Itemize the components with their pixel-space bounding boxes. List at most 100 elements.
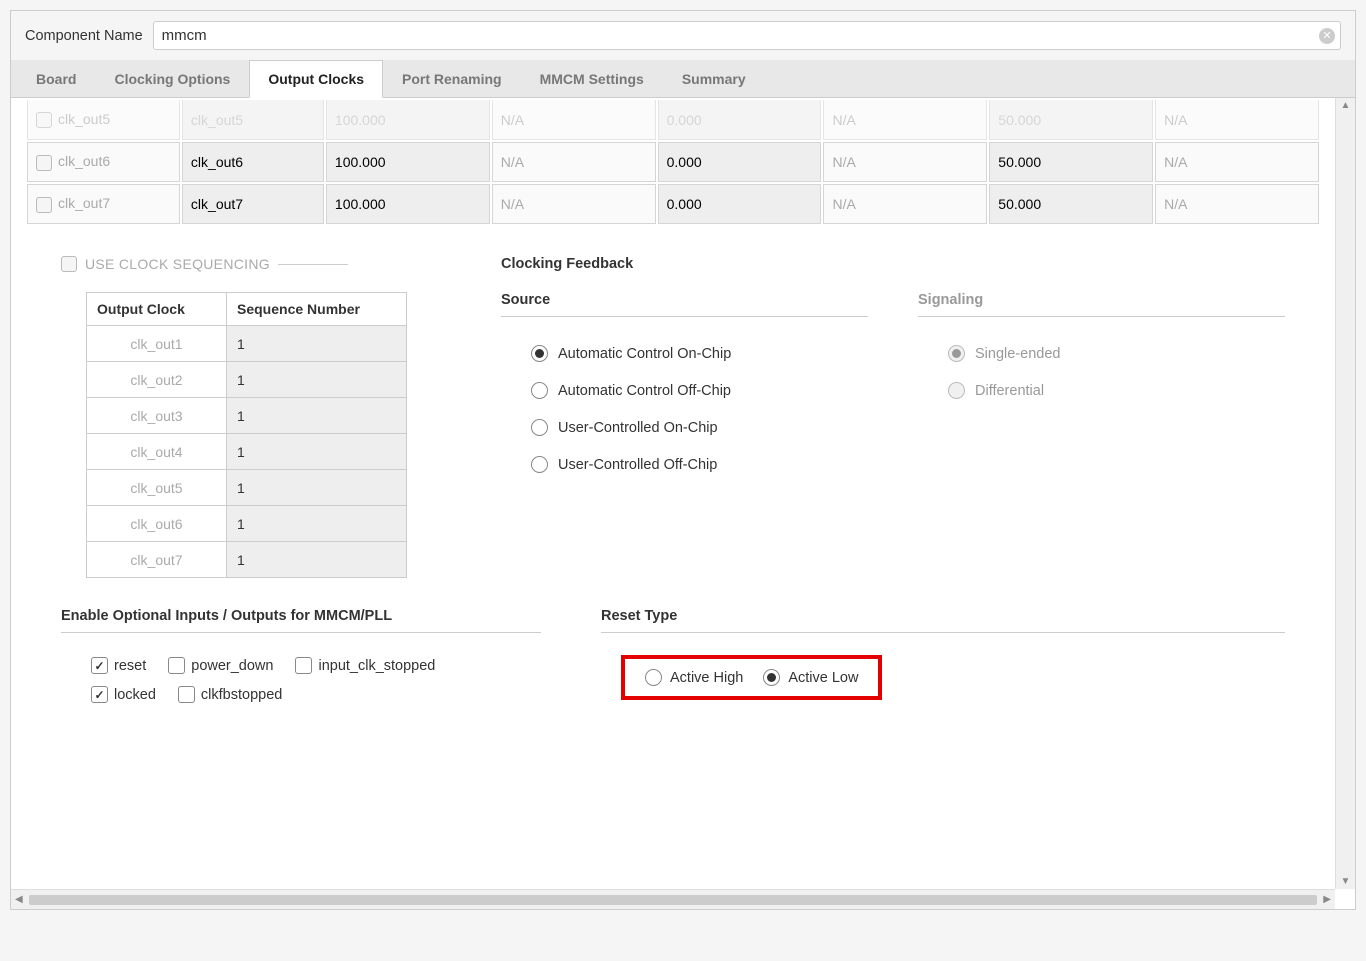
scroll-right-icon[interactable]: ▶	[1319, 894, 1335, 905]
tab-port-renaming[interactable]: Port Renaming	[383, 60, 521, 98]
signaling-options: Single-endedDifferential	[918, 335, 1285, 409]
seq-row: clk_out61	[87, 506, 407, 542]
seq-output-clock: clk_out2	[87, 362, 227, 398]
scroll-down-icon[interactable]: ▼	[1339, 874, 1353, 889]
radio-icon[interactable]	[531, 382, 548, 399]
radio-automatic-control-off-chip[interactable]: Automatic Control Off-Chip	[501, 372, 868, 409]
checkbox-icon[interactable]	[295, 657, 312, 674]
checkbox-icon[interactable]	[91, 686, 108, 703]
freq-input[interactable]	[335, 112, 481, 128]
duty-input[interactable]	[998, 154, 1144, 170]
radio-label: User-Controlled Off-Chip	[558, 457, 717, 473]
seq-number: 1	[227, 506, 407, 542]
reset-radio-active-low[interactable]: Active Low	[763, 669, 858, 686]
duty-cell[interactable]	[989, 100, 1153, 140]
component-name-input[interactable]	[153, 21, 1341, 50]
freq-actual-cell: N/A	[492, 100, 656, 140]
source-section: Source Automatic Control On-ChipAutomati…	[501, 292, 868, 483]
checkbox-label: input_clk_stopped	[318, 658, 435, 674]
freq-input[interactable]	[335, 196, 481, 212]
clock-enable-cell[interactable]: clk_out5	[27, 100, 180, 140]
radio-user-controlled-on-chip[interactable]: User-Controlled On-Chip	[501, 409, 868, 446]
radio-differential: Differential	[918, 372, 1285, 409]
scroll-thumb[interactable]	[29, 895, 1318, 905]
checkbox-input-clk-stopped[interactable]: input_clk_stopped	[295, 657, 435, 674]
reset-radio-active-high[interactable]: Active High	[645, 669, 743, 686]
optional-io-row2: locked clkfbstopped	[61, 680, 541, 709]
checkbox-icon[interactable]	[168, 657, 185, 674]
clock-enable-cell[interactable]: clk_out6	[27, 142, 180, 182]
freq-cell[interactable]	[326, 142, 490, 182]
port-name-cell[interactable]	[182, 100, 324, 140]
vertical-scrollbar[interactable]: ▲ ▼	[1335, 98, 1355, 889]
seq-underline	[278, 264, 348, 265]
source-options: Automatic Control On-Chip Automatic Contr…	[501, 335, 868, 483]
sequence-table: Output ClockSequence Numberclk_out11clk_…	[86, 292, 407, 578]
tab-summary[interactable]: Summary	[663, 60, 765, 98]
radio-icon[interactable]	[531, 419, 548, 436]
checkbox-icon[interactable]	[91, 657, 108, 674]
radio-icon[interactable]	[763, 669, 780, 686]
radio-user-controlled-off-chip[interactable]: User-Controlled Off-Chip	[501, 446, 868, 483]
phase-input[interactable]	[667, 196, 813, 212]
optional-io-title: Enable Optional Inputs / Outputs for MMC…	[61, 608, 541, 633]
port-name-cell[interactable]	[182, 184, 324, 224]
checkbox-locked[interactable]: locked	[91, 686, 156, 703]
clock-row: clk_out6N/AN/AN/A	[27, 142, 1319, 182]
radio-automatic-control-on-chip[interactable]: Automatic Control On-Chip	[501, 335, 868, 372]
duty-actual-cell: N/A	[1155, 184, 1319, 224]
tab-mmcm-settings[interactable]: MMCM Settings	[521, 60, 663, 98]
port-name-input[interactable]	[191, 154, 315, 170]
component-name-row: Component Name ✕	[11, 11, 1355, 60]
freq-cell[interactable]	[326, 184, 490, 224]
checkbox-clkfbstopped[interactable]: clkfbstopped	[178, 686, 282, 703]
radio-icon[interactable]	[645, 669, 662, 686]
reset-type-box: Active High Active Low	[621, 655, 882, 700]
seq-output-clock: clk_out5	[87, 470, 227, 506]
checkbox-reset[interactable]: reset	[91, 657, 146, 674]
phase-input[interactable]	[667, 112, 813, 128]
phase-actual-cell: N/A	[823, 100, 987, 140]
duty-input[interactable]	[998, 196, 1144, 212]
ip-customize-panel: Component Name ✕ BoardClocking OptionsOu…	[10, 10, 1356, 910]
phase-input[interactable]	[667, 154, 813, 170]
radio-icon	[948, 382, 965, 399]
phase-cell[interactable]	[658, 184, 822, 224]
duty-input[interactable]	[998, 112, 1144, 128]
port-name-input[interactable]	[191, 112, 315, 128]
checkbox-power-down[interactable]: power_down	[168, 657, 273, 674]
radio-icon[interactable]	[531, 345, 548, 362]
radio-icon	[948, 345, 965, 362]
radio-label: Active High	[670, 670, 743, 686]
freq-cell[interactable]	[326, 100, 490, 140]
checkbox-label: clkfbstopped	[201, 687, 282, 703]
tab-output-clocks[interactable]: Output Clocks	[249, 60, 383, 98]
checkbox-icon[interactable]	[178, 686, 195, 703]
tab-clocking-options[interactable]: Clocking Options	[95, 60, 249, 98]
port-name-input[interactable]	[191, 196, 315, 212]
duty-cell[interactable]	[989, 184, 1153, 224]
freq-actual-cell: N/A	[492, 142, 656, 182]
radio-label: Automatic Control Off-Chip	[558, 383, 731, 399]
radio-icon[interactable]	[531, 456, 548, 473]
component-name-label: Component Name	[25, 28, 143, 44]
clock-enable-cell[interactable]: clk_out7	[27, 184, 180, 224]
clear-icon[interactable]: ✕	[1319, 28, 1335, 44]
phase-cell[interactable]	[658, 142, 822, 182]
scroll-up-icon[interactable]: ▲	[1339, 98, 1353, 113]
seq-output-clock: clk_out7	[87, 542, 227, 578]
seq-header: Sequence Number	[227, 293, 407, 326]
feedback-grid: Source Automatic Control On-ChipAutomati…	[501, 292, 1285, 483]
freq-input[interactable]	[335, 154, 481, 170]
freq-actual-cell: N/A	[492, 184, 656, 224]
phase-actual-cell: N/A	[823, 184, 987, 224]
phase-actual-cell: N/A	[823, 142, 987, 182]
port-name-cell[interactable]	[182, 142, 324, 182]
duty-cell[interactable]	[989, 142, 1153, 182]
phase-cell[interactable]	[658, 100, 822, 140]
scroll-left-icon[interactable]: ◀	[11, 894, 27, 905]
seq-row: clk_out11	[87, 326, 407, 362]
horizontal-scrollbar[interactable]: ◀ ▶	[11, 889, 1335, 909]
checkbox-label: power_down	[191, 658, 273, 674]
tab-board[interactable]: Board	[17, 60, 95, 98]
